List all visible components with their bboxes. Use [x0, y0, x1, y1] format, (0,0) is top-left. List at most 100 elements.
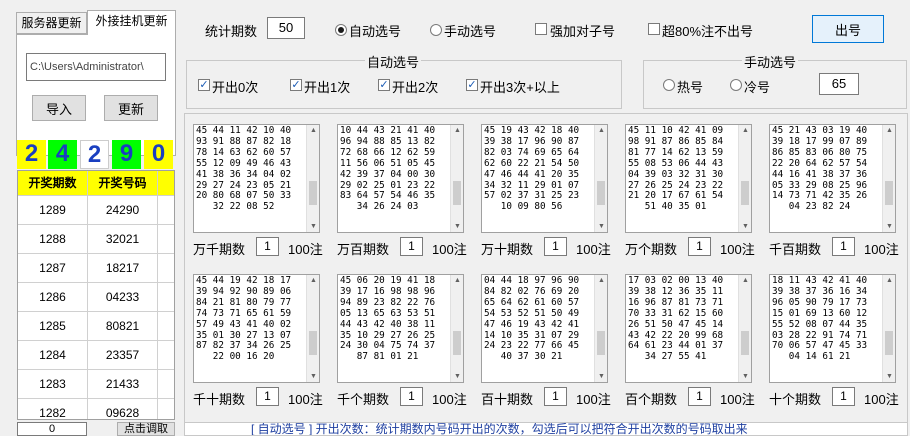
scroll-thumb[interactable] — [309, 181, 317, 205]
cold-radio[interactable] — [730, 79, 742, 91]
auto-select-radio[interactable] — [335, 24, 347, 36]
scroll-thumb[interactable] — [453, 331, 461, 355]
scroll-down-icon[interactable]: ▼ — [310, 223, 317, 230]
scroll-thumb[interactable] — [885, 331, 893, 355]
scroll-up-icon[interactable]: ▲ — [310, 127, 317, 134]
scroll-thumb[interactable] — [597, 331, 605, 355]
scroll-up-icon[interactable]: ▲ — [310, 277, 317, 284]
scroll-thumb[interactable] — [885, 181, 893, 205]
scroll-thumb[interactable] — [453, 181, 461, 205]
cell-bet-count: 100注 — [576, 392, 611, 407]
history-col-number: 开奖号码 — [88, 171, 158, 195]
textarea-scrollbar[interactable]: ▲ ▼ — [306, 125, 319, 232]
textarea-scrollbar[interactable]: ▲ ▼ — [882, 275, 895, 382]
manual-count-input[interactable]: 65 — [819, 73, 859, 95]
textarea-scrollbar[interactable]: ▲ ▼ — [306, 275, 319, 382]
manual-select-radio[interactable] — [430, 24, 442, 36]
cell-period-input[interactable]: 1 — [832, 237, 855, 256]
textarea-scrollbar[interactable]: ▲ ▼ — [594, 275, 607, 382]
cell-period-input[interactable]: 1 — [544, 387, 567, 406]
scroll-thumb[interactable] — [741, 181, 749, 205]
cell-period-input[interactable]: 1 — [832, 387, 855, 406]
table-row[interactable]: 1282 09628 — [18, 399, 174, 419]
scroll-down-icon[interactable]: ▼ — [742, 373, 749, 380]
result-textarea[interactable]: 10 44 43 21 41 40 96 94 88 85 13 82 72 6… — [337, 124, 464, 233]
scroll-down-icon[interactable]: ▼ — [598, 373, 605, 380]
scroll-down-icon[interactable]: ▼ — [886, 373, 893, 380]
cell-period-label: 十个期数 — [769, 392, 822, 407]
table-row[interactable]: 1288 32021 — [18, 225, 174, 254]
result-textarea[interactable]: 18 11 43 42 41 40 39 38 37 36 16 34 96 0… — [769, 274, 896, 383]
bottom-left-input[interactable]: 0 — [17, 422, 87, 436]
table-row[interactable]: 1284 23357 — [18, 341, 174, 370]
textarea-scrollbar[interactable]: ▲ ▼ — [450, 125, 463, 232]
table-row[interactable]: 1287 18217 — [18, 254, 174, 283]
scroll-thumb[interactable] — [597, 181, 605, 205]
over80-checkbox[interactable] — [648, 23, 660, 35]
textarea-scrollbar[interactable]: ▲ ▼ — [738, 125, 751, 232]
scroll-up-icon[interactable]: ▲ — [454, 127, 461, 134]
pair-checkbox[interactable] — [535, 23, 547, 35]
scroll-up-icon[interactable]: ▲ — [598, 127, 605, 134]
latest-digits: 2 4 2 9 0 — [17, 140, 175, 169]
refresh-button[interactable]: 更新 — [104, 95, 158, 121]
cell-bet-count: 100注 — [864, 242, 899, 257]
cell-period-input[interactable]: 1 — [688, 237, 711, 256]
result-textarea[interactable]: 45 21 43 03 19 40 39 18 17 99 07 89 86 8… — [769, 124, 896, 233]
scroll-down-icon[interactable]: ▼ — [598, 223, 605, 230]
result-textarea[interactable]: 45 06 20 19 41 18 39 17 16 98 98 96 94 8… — [337, 274, 464, 383]
result-textarea[interactable]: 45 19 43 42 18 40 39 38 17 96 90 87 82 0… — [481, 124, 608, 233]
check-1-times[interactable]: ✓ — [290, 79, 302, 91]
status-bar: [ 自动选号 ] 开出次数：统计期数内号码开出的次数，勾选后可以把符合开出次数的… — [184, 422, 908, 436]
textarea-scrollbar[interactable]: ▲ ▼ — [882, 125, 895, 232]
tab-external-update[interactable]: 外接挂机更新 — [87, 10, 176, 35]
period-input[interactable]: 50 — [267, 17, 305, 39]
table-row[interactable]: 1283 21433 — [18, 370, 174, 399]
cell-period-input[interactable]: 1 — [400, 387, 423, 406]
check-3plus-times[interactable]: ✓ — [466, 79, 478, 91]
result-textarea[interactable]: 04 44 18 97 96 90 84 82 02 76 69 20 65 6… — [481, 274, 608, 383]
result-textarea[interactable]: 45 44 19 42 18 17 39 94 92 90 89 06 84 2… — [193, 274, 320, 383]
history-number-cell: 32021 — [88, 225, 158, 253]
scroll-up-icon[interactable]: ▲ — [886, 127, 893, 134]
result-textarea[interactable]: 45 11 10 42 41 09 98 91 87 86 85 84 81 7… — [625, 124, 752, 233]
textarea-scrollbar[interactable]: ▲ ▼ — [738, 275, 751, 382]
scroll-thumb[interactable] — [741, 331, 749, 355]
scroll-up-icon[interactable]: ▲ — [742, 277, 749, 284]
scroll-down-icon[interactable]: ▼ — [886, 223, 893, 230]
tab-server-update[interactable]: 服务器更新 — [16, 12, 87, 34]
scroll-down-icon[interactable]: ▼ — [454, 223, 461, 230]
cell-period-input[interactable]: 1 — [400, 237, 423, 256]
result-textarea[interactable]: 45 44 11 42 10 40 93 91 88 87 82 18 78 1… — [193, 124, 320, 233]
go-button[interactable]: 出号 — [812, 15, 884, 43]
import-button[interactable]: 导入 — [32, 95, 86, 121]
scroll-up-icon[interactable]: ▲ — [742, 127, 749, 134]
hot-radio[interactable] — [663, 79, 675, 91]
check-2-label: 开出2次 — [392, 80, 439, 95]
table-row[interactable]: 1286 04233 — [18, 283, 174, 312]
digit-5: 0 — [144, 140, 173, 169]
scroll-down-icon[interactable]: ▼ — [310, 373, 317, 380]
cell-period-input[interactable]: 1 — [256, 387, 279, 406]
manual-group-title: 手动选号 — [742, 52, 799, 71]
result-textarea[interactable]: 17 03 02 00 13 40 39 38 12 36 35 11 16 9… — [625, 274, 752, 383]
check-2-times[interactable]: ✓ — [378, 79, 390, 91]
table-row[interactable]: 1285 80821 — [18, 312, 174, 341]
fetch-button[interactable]: 点击调取 — [117, 422, 175, 436]
textarea-scrollbar[interactable]: ▲ ▼ — [450, 275, 463, 382]
cell-bet-count: 100注 — [432, 392, 467, 407]
check-0-times[interactable]: ✓ — [198, 79, 210, 91]
cell-period-input[interactable]: 1 — [544, 237, 567, 256]
scroll-up-icon[interactable]: ▲ — [886, 277, 893, 284]
scroll-up-icon[interactable]: ▲ — [598, 277, 605, 284]
path-input[interactable]: C:\Users\Administrator\ — [26, 53, 166, 81]
cell-period-input[interactable]: 1 — [256, 237, 279, 256]
scroll-down-icon[interactable]: ▼ — [454, 373, 461, 380]
scroll-thumb[interactable] — [309, 331, 317, 355]
table-row[interactable]: 1289 24290 — [18, 196, 174, 225]
bottom-left-controls: 0 点击调取 — [17, 422, 175, 436]
cell-period-input[interactable]: 1 — [688, 387, 711, 406]
textarea-scrollbar[interactable]: ▲ ▼ — [594, 125, 607, 232]
scroll-down-icon[interactable]: ▼ — [742, 223, 749, 230]
scroll-up-icon[interactable]: ▲ — [454, 277, 461, 284]
